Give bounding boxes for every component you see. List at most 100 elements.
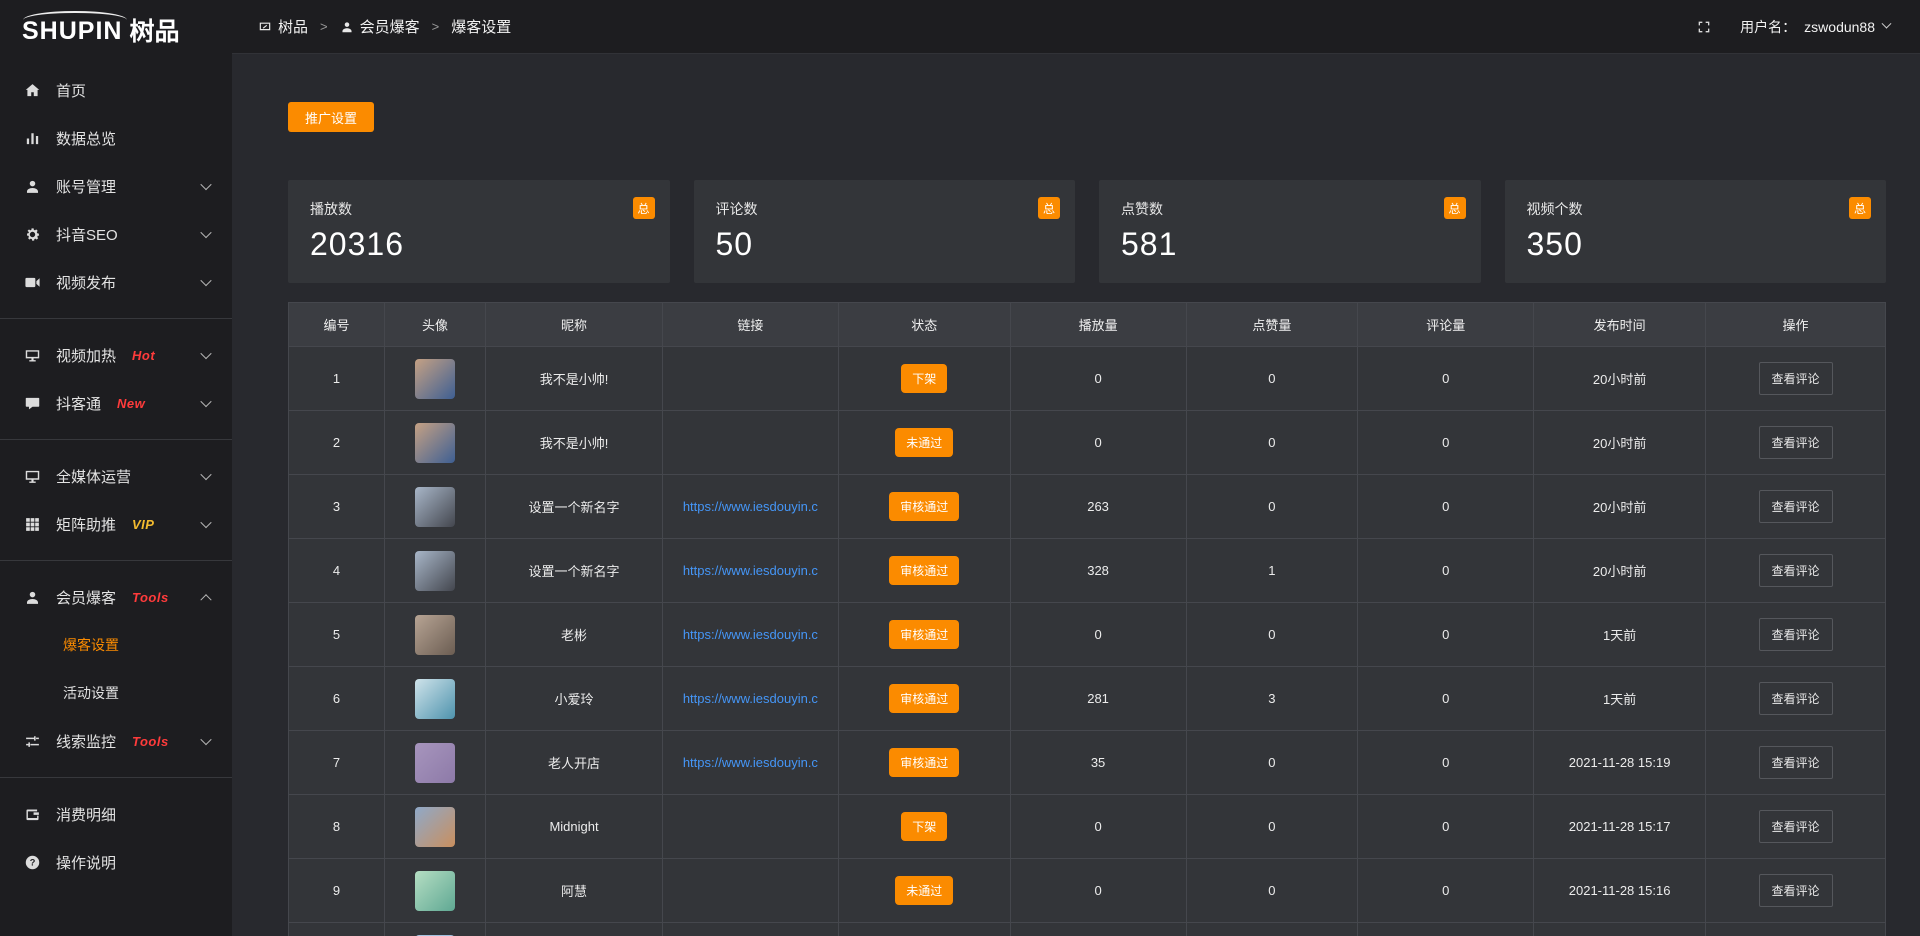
sidebar-item-线索监控[interactable]: 线索监控Tools [0,717,232,765]
breadcrumb-item-home[interactable]: 树品 [258,16,308,37]
column-header-9: 操作 [1706,303,1886,347]
username-menu[interactable]: 用户名：zswodun88 [1740,17,1890,37]
cell-link [662,923,838,936]
cell-plays [1010,923,1186,936]
cell-id: 8 [289,795,385,859]
cell-plays: 0 [1010,795,1186,859]
sidebar-item-操作说明[interactable]: ?操作说明 [0,838,232,886]
column-header-6: 点赞量 [1186,303,1358,347]
cell-status: 审核通过 [838,731,1010,795]
cell-action: 查看评论 [1706,411,1886,475]
cell-action [1706,923,1886,936]
sidebar-item-视频加热[interactable]: 视频加热Hot [0,331,232,379]
cell-time: 2021-11-28 15:17 [1534,795,1706,859]
cell-id: 2 [289,411,385,475]
nav-divider [0,318,232,319]
member-table: 编号头像昵称链接状态播放量点赞量评论量发布时间操作1我不是小帅!下架00020小… [288,302,1886,936]
sidebar-item-矩阵助推[interactable]: 矩阵助推VIP [0,500,232,548]
sidebar-nav: 首页数据总览账号管理抖音SEO视频发布视频加热Hot抖客通New 全媒体运营矩阵助… [0,54,232,886]
sidebar-item-账号管理[interactable]: 账号管理 [0,162,232,210]
cell-status: 审核通过 [838,539,1010,603]
stats-cards: 播放数20316总评论数50总点赞数581总视频个数350总 [288,180,1886,283]
status-button[interactable]: 下架 [901,364,947,393]
video-link[interactable]: https://www.iesdouyin.c [663,563,838,578]
view-comments-button[interactable]: 查看评论 [1759,426,1833,459]
sidebar-item-视频发布[interactable]: 视频发布 [0,258,232,306]
status-button[interactable]: 未通过 [895,428,953,457]
cell-avatar [385,603,486,667]
topbar: 树品 > 会员爆客 > 爆客设置 用户名：zswodun88 [232,0,1920,54]
status-button[interactable]: 审核通过 [889,492,959,521]
sidebar-item-首页[interactable]: 首页 [0,66,232,114]
avatar [415,487,455,527]
breadcrumb-label: 树品 [278,16,308,37]
column-header-5: 播放量 [1010,303,1186,347]
sidebar-item-badge: Tools [132,590,169,605]
promo-settings-button[interactable]: 推广设置 [288,102,374,132]
sidebar-item-数据总览[interactable]: 数据总览 [0,114,232,162]
cell-nickname [486,923,663,936]
video-link[interactable]: https://www.iesdouyin.c [663,627,838,642]
status-button[interactable]: 下架 [901,812,947,841]
cell-link [662,859,838,923]
view-comments-button[interactable]: 查看评论 [1759,682,1833,715]
view-comments-button[interactable]: 查看评论 [1759,810,1833,843]
view-comments-button[interactable]: 查看评论 [1759,618,1833,651]
stat-value: 20316 [310,226,648,263]
monitor-icon [24,468,41,485]
view-comments-button[interactable]: 查看评论 [1759,490,1833,523]
logo[interactable]: SHUPIN 树品 [0,0,232,54]
breadcrumb-label: 会员爆客 [360,16,420,37]
view-comments-button[interactable]: 查看评论 [1759,874,1833,907]
cell-id: 9 [289,859,385,923]
cell-likes: 1 [1186,539,1358,603]
cell-time: 1天前 [1534,603,1706,667]
avatar [415,615,455,655]
fullscreen-icon[interactable] [1696,19,1712,35]
view-comments-button[interactable]: 查看评论 [1759,362,1833,395]
sidebar-subitem-爆客设置[interactable]: 爆客设置 [0,621,232,669]
table-row: 4设置一个新名字https://www.iesdouyin.c审核通过32810… [289,539,1886,603]
main-area: 树品 > 会员爆客 > 爆客设置 用户名：zswodun88 [232,0,1920,936]
video-link[interactable]: https://www.iesdouyin.c [663,691,838,706]
sidebar-item-全媒体运营[interactable]: 全媒体运营 [0,452,232,500]
stat-value: 50 [716,226,1054,263]
sidebar-subitem-活动设置[interactable]: 活动设置 [0,669,232,717]
cell-action: 查看评论 [1706,731,1886,795]
status-button[interactable]: 审核通过 [889,620,959,649]
table-row: 8Midnight下架0002021-11-28 15:17查看评论 [289,795,1886,859]
view-comments-button[interactable]: 查看评论 [1759,746,1833,779]
stat-card: 播放数20316总 [288,180,670,283]
status-button[interactable]: 未通过 [895,876,953,905]
stat-label: 播放数 [310,199,648,219]
table-row: 9阿慧未通过0002021-11-28 15:16查看评论 [289,859,1886,923]
cell-link: https://www.iesdouyin.c [662,731,838,795]
column-header-3: 链接 [662,303,838,347]
sidebar-item-会员爆客[interactable]: 会员爆客Tools [0,573,232,621]
cell-action: 查看评论 [1706,539,1886,603]
cell-status: 未通过 [838,411,1010,475]
wallet-icon [24,806,41,823]
status-button[interactable]: 审核通过 [889,748,959,777]
cell-link [662,795,838,859]
avatar [415,743,455,783]
cell-plays: 263 [1010,475,1186,539]
sidebar-item-消费明细[interactable]: 消费明细 [0,790,232,838]
app-icon [258,20,272,34]
sidebar-item-抖音SEO[interactable]: 抖音SEO [0,210,232,258]
status-button[interactable]: 审核通过 [889,556,959,585]
content: 推广设置 播放数20316总评论数50总点赞数581总视频个数350总 编号头像… [232,54,1920,936]
status-button[interactable]: 审核通过 [889,684,959,713]
video-link[interactable]: https://www.iesdouyin.c [663,499,838,514]
sidebar-item-抖客通[interactable]: 抖客通New [0,379,232,427]
chevron-down-icon [200,396,211,407]
video-link[interactable]: https://www.iesdouyin.c [663,755,838,770]
cell-plays: 0 [1010,411,1186,475]
cell-time: 20小时前 [1534,347,1706,411]
cell-time: 2021-11-28 15:16 [1534,859,1706,923]
cell-comments: 0 [1358,795,1534,859]
view-comments-button[interactable]: 查看评论 [1759,554,1833,587]
column-header-7: 评论量 [1358,303,1534,347]
breadcrumb-item-member[interactable]: 会员爆客 [340,16,420,37]
home-icon [24,82,41,99]
